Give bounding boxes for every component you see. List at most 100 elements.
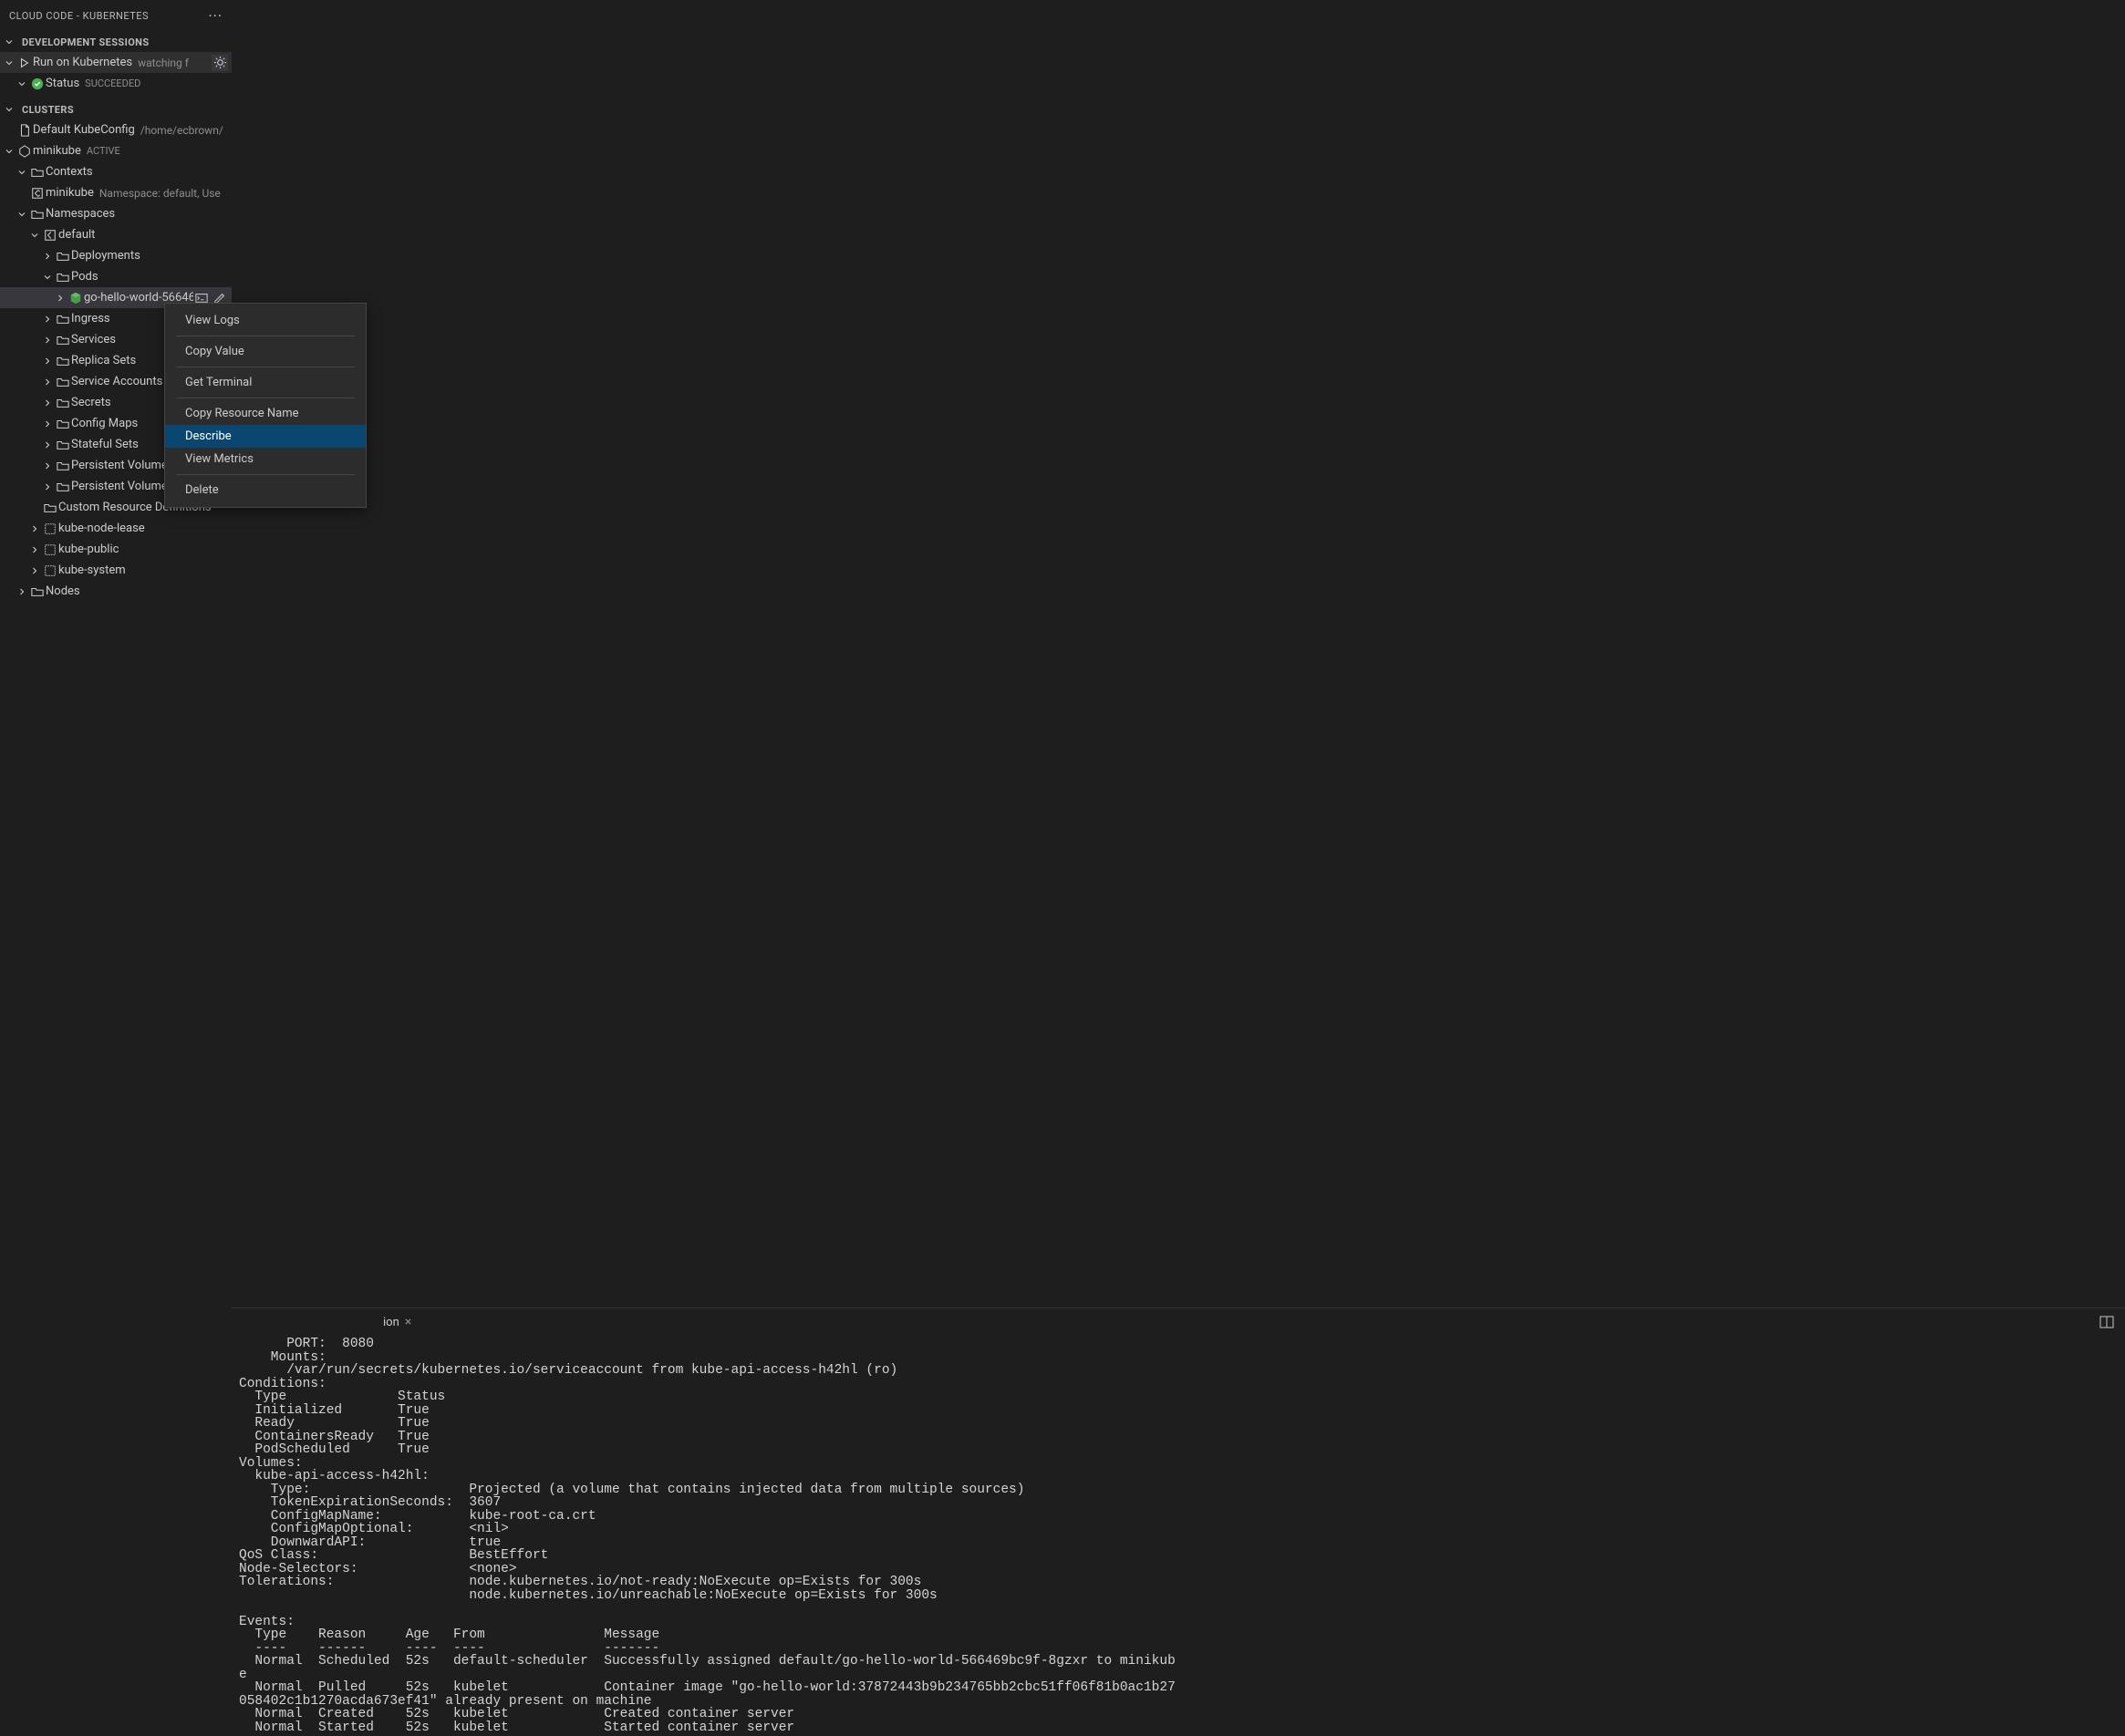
ns-default[interactable]: default [0, 224, 232, 245]
menu-copy-value[interactable]: Copy Value [165, 340, 366, 363]
section-dev-sessions[interactable]: DEVELOPMENT SESSIONS [0, 32, 232, 52]
split-icon[interactable] [2099, 1315, 2114, 1329]
deployments-label: Deployments [71, 249, 140, 263]
namespace-icon [42, 229, 58, 242]
app-root: CLOUD CODE - KUBERNETES ··· DEVELOPMENT … [0, 0, 2125, 1736]
folder-icon [29, 585, 46, 598]
ns-kube-public[interactable]: kube-public [0, 539, 232, 560]
chevron-right-icon [42, 314, 55, 325]
editor-empty [232, 0, 2125, 1307]
ns-kube-system[interactable]: kube-system [0, 560, 232, 581]
chevron-right-icon [55, 293, 67, 304]
folder-icon [55, 313, 71, 326]
chevron-right-icon [42, 377, 55, 388]
folder-icon [55, 376, 71, 388]
menu-view-logs[interactable]: View Logs [165, 309, 366, 332]
chevron-right-icon [42, 418, 55, 429]
play-icon [16, 57, 33, 69]
namespaces-label: Namespaces [46, 207, 115, 221]
namespace-icon [42, 543, 58, 556]
pod-icon [67, 292, 84, 305]
chevron-down-icon [16, 78, 29, 89]
ingress-label: Ingress [71, 312, 110, 326]
chevron-down-icon [16, 167, 29, 178]
editor: ion × PORT: 8080 Mounts: /var/run/secret… [232, 0, 2125, 1736]
chevron-down-icon [4, 57, 16, 68]
folder-icon [55, 334, 71, 346]
folder-icon [55, 271, 71, 284]
folder-icon [55, 355, 71, 367]
folder-icon [29, 208, 46, 221]
folder-icon [29, 166, 46, 179]
folder-icon [55, 250, 71, 263]
contexts-label: Contexts [46, 165, 93, 179]
folder-icon [55, 397, 71, 409]
secrets-label: Secrets [71, 396, 111, 409]
pv-label: Persistent Volumes [71, 459, 174, 472]
close-icon[interactable]: × [405, 1315, 411, 1329]
contexts[interactable]: Contexts [0, 161, 232, 182]
menu-get-terminal[interactable]: Get Terminal [165, 371, 366, 394]
kubeconfig-label: Default KubeConfig [33, 123, 135, 137]
status-row[interactable]: Status SUCCEEDED [0, 73, 232, 94]
cluster-label: minikube [33, 144, 81, 158]
default-kubeconfig[interactable]: Default KubeConfig /home/ecbrown/ [0, 119, 232, 140]
section-title: DEVELOPMENT SESSIONS [22, 36, 150, 48]
ns-label: kube-system [58, 563, 126, 577]
run-on-kubernetes[interactable]: Run on Kubernetes watching f [0, 52, 232, 73]
sidebar-titlebar: CLOUD CODE - KUBERNETES ··· [0, 0, 232, 32]
folder-icon [55, 418, 71, 430]
kubernetes-icon [16, 145, 33, 158]
namespaces[interactable]: Namespaces [0, 203, 232, 224]
deployments[interactable]: Deployments [0, 245, 232, 266]
chevron-down-icon [42, 272, 55, 283]
success-icon [29, 78, 46, 90]
file-icon [16, 124, 33, 137]
context-icon [29, 187, 46, 200]
context-menu: View Logs Copy Value Get Terminal Copy R… [164, 303, 367, 508]
chevron-right-icon [42, 335, 55, 346]
folder-icon [42, 501, 58, 514]
ns-label: kube-public [58, 542, 119, 556]
sidebar: CLOUD CODE - KUBERNETES ··· DEVELOPMENT … [0, 0, 232, 1736]
folder-icon [55, 460, 71, 472]
menu-separator [176, 474, 355, 475]
section-title: CLUSTERS [22, 104, 74, 116]
context-label: minikube [46, 186, 94, 200]
pods-label: Pods [71, 270, 98, 284]
section-clusters[interactable]: CLUSTERS [0, 99, 232, 119]
dev-sessions-tree: Run on Kubernetes watching f Status SUCC… [0, 52, 232, 94]
ns-label: default [58, 228, 95, 242]
menu-delete[interactable]: Delete [165, 479, 366, 501]
run-label: Run on Kubernetes [33, 56, 132, 69]
services-label: Services [71, 333, 116, 346]
ns-kube-node-lease[interactable]: kube-node-lease [0, 518, 232, 539]
pods[interactable]: Pods [0, 266, 232, 287]
more-icon[interactable]: ··· [208, 7, 223, 25]
chevron-down-icon [16, 209, 29, 220]
nodes[interactable]: Nodes [0, 581, 232, 602]
status-label: Status [46, 77, 79, 90]
chevron-right-icon [29, 565, 42, 576]
menu-view-metrics[interactable]: View Metrics [165, 448, 366, 470]
cluster-minikube[interactable]: minikube ACTIVE [0, 140, 232, 161]
menu-copy-resource-name[interactable]: Copy Resource Name [165, 402, 366, 425]
chevron-right-icon [42, 481, 55, 492]
context-item[interactable]: minikube Namespace: default, Use [0, 182, 232, 203]
bottom-panel: ion × PORT: 8080 Mounts: /var/run/secret… [232, 1307, 2125, 1736]
gear-icon[interactable] [212, 55, 228, 71]
chevron-right-icon [29, 544, 42, 555]
panel-tabs: ion × [232, 1308, 2125, 1336]
folder-icon [55, 480, 71, 493]
stateful-sets-label: Stateful Sets [71, 438, 139, 451]
menu-describe[interactable]: Describe [165, 425, 366, 448]
chevron-right-icon [42, 251, 55, 262]
chevron-right-icon [42, 460, 55, 471]
panel-tab[interactable]: ion × [243, 1315, 415, 1329]
chevron-right-icon [29, 523, 42, 534]
context-desc: Namespace: default, Use [99, 187, 221, 200]
chevron-down-icon [4, 104, 18, 115]
config-maps-label: Config Maps [71, 417, 138, 430]
replica-sets-label: Replica Sets [71, 354, 136, 367]
describe-output: PORT: 8080 Mounts: /var/run/secrets/kube… [232, 1336, 2125, 1736]
